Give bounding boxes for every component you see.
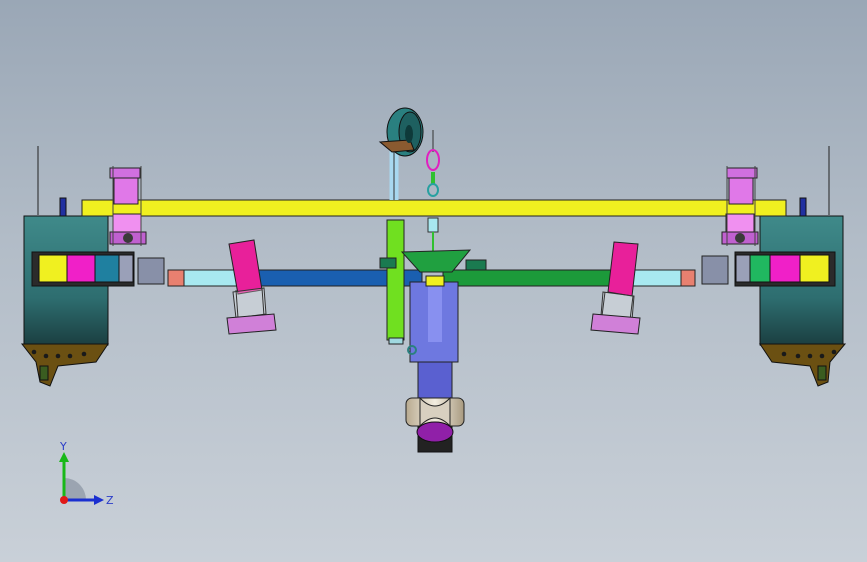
axis-triad: Y Z: [59, 440, 114, 507]
left-pad[interactable]: [226, 239, 277, 335]
top-crossbeam[interactable]: [81, 199, 787, 217]
x-axis-dot: [60, 496, 68, 504]
right-arm[interactable]: [442, 269, 612, 287]
top-roller[interactable]: [378, 107, 424, 157]
right-wheel-bracket: [759, 343, 847, 387]
assembly-model[interactable]: [0, 0, 867, 562]
right-wheel-tab: [817, 365, 827, 381]
green-cylinder[interactable]: [386, 219, 405, 341]
left-wheel-tab: [39, 365, 49, 381]
lower-roller[interactable]: [405, 396, 465, 453]
center-hopper: [400, 249, 472, 273]
y-axis-label: Y: [59, 440, 67, 453]
right-pad[interactable]: [590, 241, 641, 335]
right-arm-end: [680, 269, 696, 287]
chain-link[interactable]: [426, 130, 440, 258]
3d-viewport[interactable]: Y Z: [0, 0, 867, 562]
z-axis-label: Z: [106, 494, 114, 507]
left-arm-end: [167, 269, 185, 287]
